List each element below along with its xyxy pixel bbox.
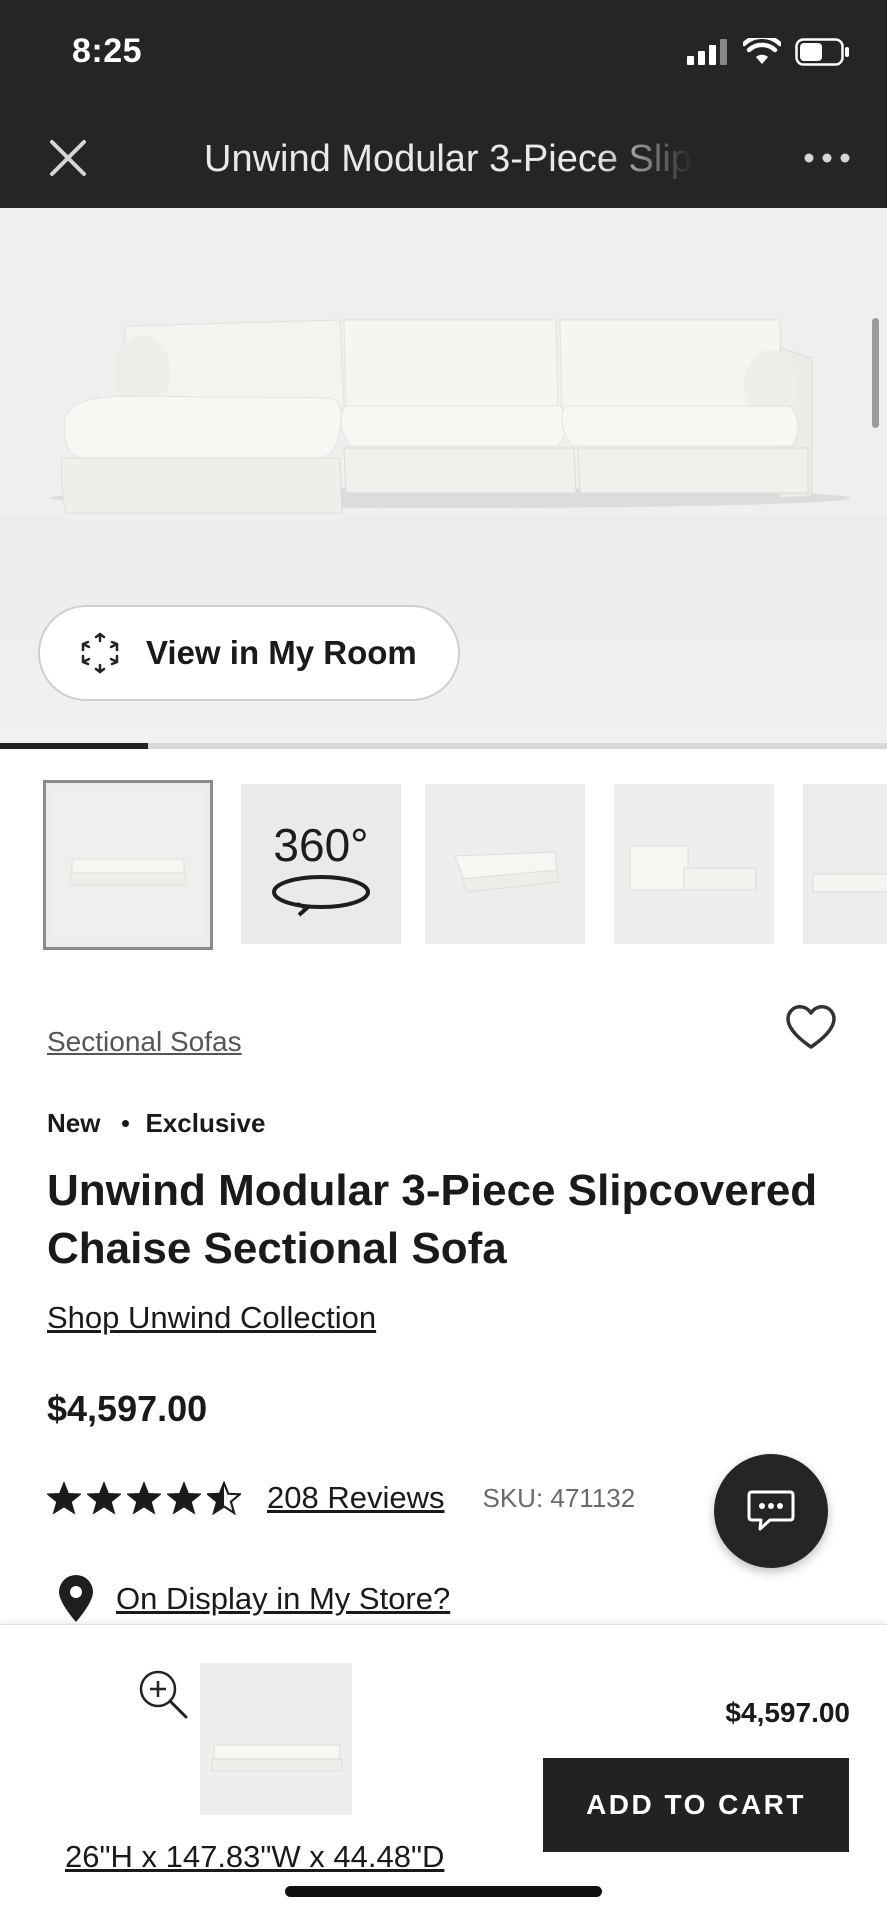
rating-row: 208 Reviews SKU: 471132 bbox=[47, 1478, 635, 1518]
sofa-thumbnail-image bbox=[69, 858, 187, 886]
star-icon bbox=[167, 1481, 201, 1515]
thumbnail-3[interactable] bbox=[425, 784, 585, 944]
status-time: 8:25 bbox=[72, 32, 143, 70]
thumbnail-4[interactable] bbox=[614, 784, 774, 944]
hero-scrollbar bbox=[872, 318, 879, 428]
gallery-progress bbox=[0, 743, 887, 749]
sofa-side-thumbnail-image bbox=[629, 845, 757, 891]
badge-new: New bbox=[47, 1108, 101, 1138]
category-link[interactable]: Sectional Sofas bbox=[47, 1026, 242, 1058]
thumbnail-360[interactable]: 360° bbox=[241, 784, 401, 944]
view-in-my-room-label: View in My Room bbox=[146, 634, 417, 671]
location-pin-icon bbox=[59, 1575, 93, 1622]
star-icon bbox=[47, 1481, 81, 1515]
star-icon bbox=[87, 1481, 121, 1515]
star-icon bbox=[127, 1481, 161, 1515]
store-display-row: On Display in My Store? bbox=[56, 1575, 450, 1623]
cart-price: $4,597.00 bbox=[725, 1697, 850, 1728]
more-icon[interactable] bbox=[801, 140, 853, 176]
cart-product-thumbnail[interactable] bbox=[200, 1663, 352, 1815]
wifi-icon bbox=[743, 38, 781, 64]
product-badges: New Exclusive bbox=[47, 1108, 265, 1139]
home-indicator bbox=[285, 1886, 602, 1897]
ar-cube-icon bbox=[81, 632, 119, 674]
battery-icon bbox=[795, 38, 849, 66]
heart-icon[interactable] bbox=[784, 1002, 838, 1052]
star-rating[interactable] bbox=[47, 1481, 241, 1515]
cart-sofa-image bbox=[211, 1744, 343, 1772]
sofa-angle-thumbnail-image bbox=[454, 851, 560, 893]
bottom-cart-bar: 26"H x 147.83"W x 44.48"D $4,597.00 ADD … bbox=[0, 1624, 887, 1921]
badge-separator bbox=[122, 1120, 130, 1127]
sofa-back-thumbnail-image bbox=[812, 873, 887, 893]
product-price: $4,597.00 bbox=[47, 1388, 208, 1429]
sku-label: SKU: 471132 bbox=[482, 1482, 636, 1513]
thumbnail-5[interactable] bbox=[803, 784, 887, 944]
badge-exclusive: Exclusive bbox=[145, 1108, 266, 1138]
signal-icon bbox=[687, 39, 727, 65]
view-in-my-room-button[interactable]: View in My Room bbox=[38, 605, 460, 701]
rotate-360-icon bbox=[272, 875, 370, 917]
shop-collection-link[interactable]: Shop Unwind Collection bbox=[47, 1300, 376, 1336]
add-to-cart-button[interactable]: ADD TO CART bbox=[543, 1758, 849, 1852]
zoom-in-icon[interactable] bbox=[136, 1667, 190, 1721]
close-icon[interactable] bbox=[46, 136, 90, 180]
half-star-icon bbox=[207, 1481, 241, 1515]
reviews-link[interactable]: 208 Reviews bbox=[267, 1480, 444, 1516]
chat-button[interactable] bbox=[714, 1454, 828, 1568]
status-bar: 8:25 bbox=[0, 0, 887, 110]
thumbnail-image bbox=[52, 789, 204, 941]
on-display-link[interactable]: On Display in My Store? bbox=[116, 1581, 450, 1617]
thumbnail-strip: 360° bbox=[0, 780, 887, 950]
chat-icon bbox=[747, 1490, 795, 1531]
gallery-progress-fill bbox=[0, 743, 149, 749]
dimensions-link[interactable]: 26"H x 147.83"W x 44.48"D bbox=[65, 1839, 444, 1875]
product-title: Unwind Modular 3-Piece Slipcovered Chais… bbox=[47, 1166, 818, 1273]
product-hero-image[interactable]: View in My Room bbox=[0, 208, 887, 743]
nav-bar: Unwind Modular 3-Piece Slipcovered Chais… bbox=[0, 110, 887, 208]
page-title: Unwind Modular 3-Piece Slipcovered Chais… bbox=[204, 138, 694, 180]
thumbnail-1[interactable] bbox=[43, 780, 213, 950]
status-icons bbox=[687, 38, 851, 66]
